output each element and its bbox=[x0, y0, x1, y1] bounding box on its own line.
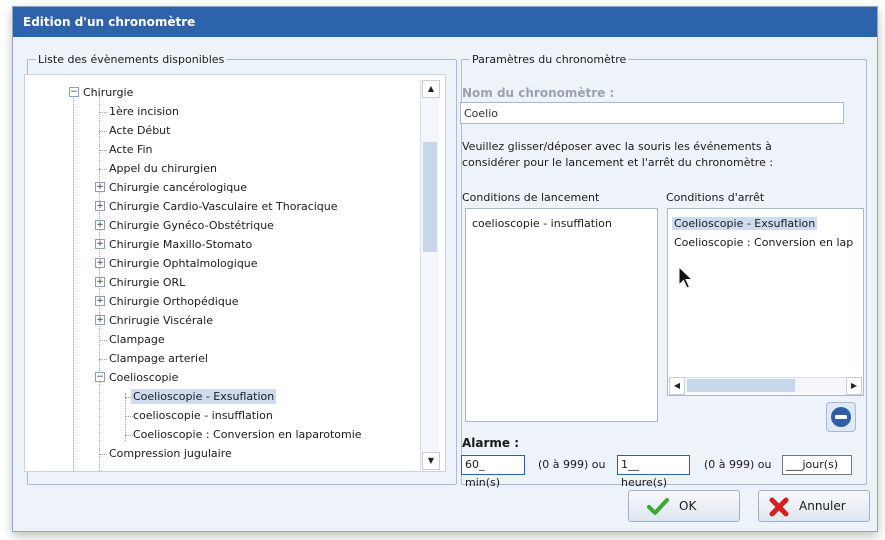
expand-icon[interactable]: + bbox=[95, 315, 105, 325]
tree-item-label: Chirurgie bbox=[83, 86, 134, 99]
remove-condition-button[interactable] bbox=[826, 402, 856, 432]
tree-item[interactable]: coelioscopie - insufflation bbox=[131, 406, 275, 425]
expand-icon[interactable]: + bbox=[95, 277, 105, 287]
tree-item-label: Compression jugulaire bbox=[109, 447, 232, 460]
tree-item[interactable]: 1ère incision bbox=[107, 102, 181, 121]
tree-item-label: coelioscopie - insufflation bbox=[133, 409, 273, 422]
tree-item-label: Chirurgie Ophtalmologique bbox=[109, 257, 258, 270]
tree-vertical-scrollbar[interactable]: ▲ ▼ bbox=[420, 80, 440, 470]
ok-button-label: OK bbox=[679, 499, 697, 513]
cancel-button[interactable]: Annuler bbox=[758, 490, 870, 522]
ok-button[interactable]: OK bbox=[628, 490, 740, 522]
tree-item[interactable]: Chirurgie cancérologique bbox=[107, 178, 249, 197]
scroll-thumb[interactable] bbox=[423, 142, 437, 252]
tree-item-label: Chrirugie Viscérale bbox=[109, 314, 214, 327]
tree-item[interactable]: Coelioscopie - Exsuflation bbox=[131, 387, 277, 406]
cancel-button-label: Annuler bbox=[799, 499, 846, 513]
tree-item[interactable]: Chirurgie Gynéco-Obstétrique bbox=[107, 216, 276, 235]
tree-item[interactable]: Chirurgie Cardio-Vasculaire et Thoraciqu… bbox=[107, 197, 340, 216]
mouse-cursor-icon bbox=[678, 266, 694, 289]
tree-item-label: Clampage bbox=[109, 333, 165, 346]
tree-item[interactable]: Coelioscopie : Conversion en laparotomie bbox=[131, 425, 364, 444]
events-group-legend: Liste des évènements disponibles bbox=[38, 53, 225, 66]
timer-name-input[interactable] bbox=[460, 102, 844, 124]
tree-item-label: Chirurgie cancérologique bbox=[109, 181, 247, 194]
expand-icon[interactable]: + bbox=[95, 239, 105, 249]
alarm-range-2: (0 à 999) ou bbox=[704, 458, 772, 471]
stop-list-horizontal-scrollbar[interactable]: ◀ ▶ bbox=[669, 377, 862, 395]
tree-item[interactable]: Clampage arteriel bbox=[107, 349, 210, 368]
tree-item[interactable]: Compression jugulaire bbox=[107, 444, 234, 463]
dialog-title: Edition d'un chronomètre bbox=[13, 7, 877, 37]
tree-item[interactable]: Chirurgie ORL bbox=[107, 273, 187, 292]
tree-item[interactable]: Chirurgie bbox=[81, 83, 135, 102]
scroll-up-icon[interactable]: ▲ bbox=[422, 80, 440, 98]
tree-item-label: Coelioscopie : Conversion en laparotomie bbox=[133, 428, 362, 441]
alarm-label: Alarme : bbox=[462, 436, 520, 450]
tree-item[interactable]: Acte Début bbox=[107, 121, 172, 140]
instructions-line-2: considérer pour le lancement et l'arrêt … bbox=[462, 156, 774, 169]
scroll-left-icon[interactable]: ◀ bbox=[669, 377, 685, 395]
tree-item[interactable]: Coelioscopie bbox=[107, 368, 180, 387]
expand-icon[interactable]: + bbox=[95, 296, 105, 306]
tree-item[interactable]: Chirurgie Ophtalmologique bbox=[107, 254, 260, 273]
tree-item-label: Chirurgie Cardio-Vasculaire et Thoraciqu… bbox=[109, 200, 338, 213]
tree-item-label: Chirurgie Gynéco-Obstétrique bbox=[109, 219, 274, 232]
expand-icon[interactable]: + bbox=[95, 258, 105, 268]
tree-item-label: Coelioscopie - Exsuflation bbox=[131, 389, 277, 404]
check-icon bbox=[647, 498, 669, 515]
cross-icon bbox=[769, 497, 789, 517]
events-tree[interactable]: − Chirurgie 1ère incision Acte Début Acte Fi… bbox=[24, 74, 446, 472]
tree-item[interactable]: Chirurgie Maxillo-Stomato bbox=[107, 235, 254, 254]
expand-icon[interactable]: + bbox=[95, 182, 105, 192]
tree-item-label: Coelioscopie bbox=[109, 371, 179, 384]
scroll-thumb[interactable] bbox=[687, 379, 795, 392]
tree-item-label: 1ère incision bbox=[109, 105, 179, 118]
collapse-icon[interactable]: − bbox=[95, 372, 105, 382]
alarm-days-input[interactable]: ___jour(s) bbox=[782, 455, 852, 475]
tree-item-label: Chirurgie Maxillo-Stomato bbox=[109, 238, 253, 251]
alarm-minutes-input[interactable]: 60_ min(s) bbox=[461, 455, 525, 489]
tree-item[interactable]: Clampage bbox=[107, 330, 167, 349]
tree-item-label: Acte Fin bbox=[109, 143, 153, 156]
stop-conditions-list[interactable]: Coelioscopie - Exsuflation Coelioscopie … bbox=[667, 208, 864, 396]
list-item[interactable]: coelioscopie - insufflation bbox=[472, 217, 612, 230]
alarm-range-1: (0 à 999) ou bbox=[538, 458, 606, 471]
start-conditions-list[interactable]: coelioscopie - insufflation bbox=[465, 208, 658, 422]
tree-item-label: Chirurgie Orthopédique bbox=[109, 295, 239, 308]
alarm-hours-input[interactable]: 1__ heure(s) bbox=[617, 455, 690, 489]
tree-item[interactable]: Acte Fin bbox=[107, 140, 155, 159]
tree-item[interactable]: Chirurgie Orthopédique bbox=[107, 292, 241, 311]
expand-icon[interactable]: + bbox=[95, 220, 105, 230]
list-item[interactable]: Coelioscopie : Conversion en lap bbox=[674, 236, 853, 249]
start-conditions-label: Conditions de lancement bbox=[462, 191, 600, 204]
scroll-right-icon[interactable]: ▶ bbox=[846, 377, 862, 395]
expand-icon[interactable]: + bbox=[95, 201, 105, 211]
tree-item[interactable]: Appel du chirurgien bbox=[107, 159, 219, 178]
tree-item-label: Acte Début bbox=[109, 124, 171, 137]
list-item[interactable]: Coelioscopie - Exsuflation bbox=[672, 217, 818, 230]
tree-item-label: Clampage arteriel bbox=[109, 352, 208, 365]
tree-item-label: Chirurgie ORL bbox=[109, 276, 186, 289]
tree-item-label: Appel du chirurgien bbox=[109, 162, 217, 175]
timer-params-legend: Paramètres du chronomètre bbox=[472, 53, 627, 66]
stop-conditions-label: Conditions d'arrêt bbox=[666, 191, 765, 204]
timer-name-label: Nom du chronomètre : bbox=[462, 86, 615, 100]
scroll-down-icon[interactable]: ▼ bbox=[422, 452, 440, 470]
collapse-icon[interactable]: − bbox=[69, 87, 79, 97]
tree-item[interactable]: Chrirugie Viscérale bbox=[107, 311, 215, 330]
instructions-line-1: Veuillez glisser/déposer avec la souris … bbox=[462, 140, 772, 153]
